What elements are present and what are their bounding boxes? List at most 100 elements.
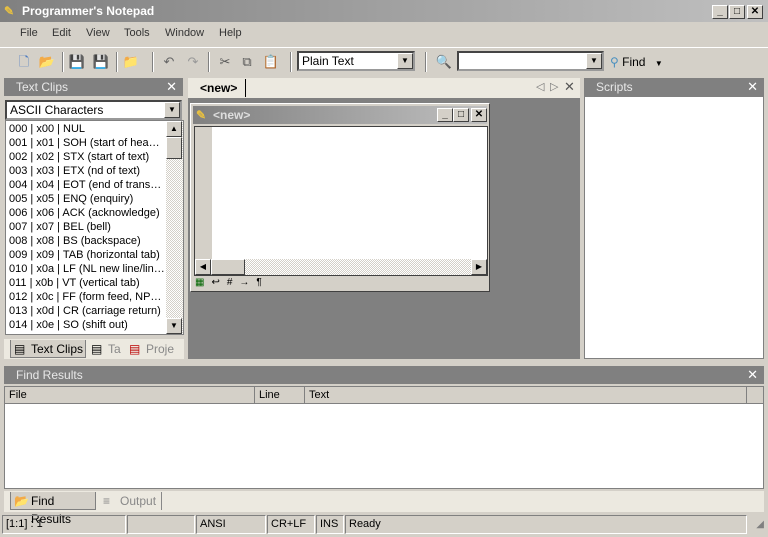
line-number-margin (195, 127, 212, 259)
save-icon[interactable]: 💾 (68, 53, 86, 71)
column-file[interactable]: File (5, 387, 255, 403)
scroll-left-icon[interactable]: ◁ (536, 80, 544, 93)
list-item[interactable]: 009 | x09 | TAB (horizontal tab) (6, 248, 167, 262)
doc-close-button[interactable]: ✕ (471, 108, 487, 122)
document-tab-strip: <new> ◁ ▷ ✕ (188, 78, 580, 98)
tab-output[interactable]: ≡ Output (100, 492, 162, 510)
find-button[interactable]: ⚲ Find ▼ (610, 53, 663, 73)
dropdown-arrow-icon[interactable]: ▼ (655, 59, 663, 68)
scroll-thumb[interactable] (211, 259, 245, 275)
minimize-button[interactable]: _ (712, 5, 728, 19)
find-in-files-icon[interactable]: 🔍 (435, 53, 453, 71)
line-numbers-icon[interactable]: # (227, 277, 240, 288)
tab-tags[interactable]: ▤ Ta (88, 340, 124, 358)
menu-file[interactable]: File (20, 27, 38, 39)
scroll-thumb[interactable] (166, 137, 182, 159)
view-options-bar: ▦↩#→¶ (195, 277, 269, 288)
editor-area[interactable]: ◀ ▶ (194, 126, 488, 276)
clip-category-select[interactable]: ASCII Characters ▼ (5, 100, 182, 120)
output-icon: ≡ (103, 494, 111, 508)
panel-title: Text Clips (16, 80, 69, 94)
scripts-header: Scripts ✕ (584, 78, 764, 96)
bottom-tabs: 📂 Find Results ≡ Output (4, 491, 764, 526)
doc-maximize-button[interactable]: □ (453, 108, 469, 122)
tab-label: Proje (146, 342, 175, 356)
status-eol: CR+LF (267, 515, 315, 534)
menu-edit[interactable]: Edit (52, 27, 71, 39)
save-all-icon[interactable]: 💾 (92, 53, 110, 71)
list-item[interactable]: 007 | x07 | BEL (bell) (6, 220, 167, 234)
paste-icon[interactable]: 📋 (262, 53, 280, 71)
doc-minimize-button[interactable]: _ (437, 108, 453, 122)
status-insert-mode: INS (316, 515, 344, 534)
close-icon[interactable]: ✕ (564, 79, 575, 95)
scroll-right-icon[interactable]: ▷ (550, 80, 558, 93)
scripts-list[interactable] (584, 96, 764, 359)
whitespace-icon[interactable]: → (239, 277, 256, 288)
maximize-button[interactable]: □ (729, 5, 745, 19)
word-wrap-icon[interactable]: ↩ (211, 277, 226, 288)
tab-label: Ta (108, 342, 121, 356)
close-button[interactable]: ✕ (747, 5, 763, 19)
panel-title: Scripts (596, 80, 633, 94)
chevron-down-icon[interactable]: ▼ (164, 102, 180, 118)
find-label: Find (622, 55, 646, 69)
chevron-down-icon[interactable]: ▼ (397, 53, 413, 69)
list-item[interactable]: 001 | x01 | SOH (start of hea… (6, 136, 167, 150)
tab-label: Output (120, 494, 157, 508)
list-item[interactable]: 006 | x06 | ACK (acknowledge) (6, 206, 167, 220)
column-text[interactable]: Text (305, 387, 747, 403)
column-line[interactable]: Line (255, 387, 305, 403)
scheme-select[interactable]: Plain Text ▼ (297, 51, 415, 71)
search-input[interactable]: ▼ (457, 51, 604, 71)
redo-icon[interactable]: ↷ (184, 53, 202, 71)
scroll-up-icon[interactable]: ▲ (166, 121, 182, 137)
scroll-left-icon[interactable]: ◀ (195, 259, 211, 275)
tab-find-results[interactable]: 📂 Find Results (10, 492, 96, 526)
menu-view[interactable]: View (86, 27, 110, 39)
undo-icon[interactable]: ↶ (160, 53, 178, 71)
panel-title: Find Results (16, 368, 83, 382)
list-item[interactable]: 008 | x08 | BS (backspace) (6, 234, 167, 248)
list-item[interactable]: 005 | x05 | ENQ (enquiry) (6, 192, 167, 206)
menu-window[interactable]: Window (165, 27, 204, 39)
list-item[interactable]: 011 | x0b | VT (vertical tab) (6, 276, 167, 290)
list-item[interactable]: 014 | x0e | SO (shift out) (6, 318, 167, 332)
clip-list[interactable]: 000 | x00 | NUL 001 | x01 | SOH (start of… (5, 120, 184, 335)
list-item[interactable]: 010 | x0a | LF (NL new line/lin… (6, 262, 167, 276)
toolbar: 🗋 📂 💾 💾 📁 ↶ ↷ ✂ ⧉ 📋 Plain Text ▼ 🔍 ▼ ⚲ F… (0, 47, 768, 74)
list-item[interactable]: 013 | x0d | CR (carriage return) (6, 304, 167, 318)
tab-projects[interactable]: ▤ Proje (126, 340, 180, 358)
scheme-value: Plain Text (302, 54, 354, 68)
document-title-bar: ✎ <new> _ □ ✕ (193, 106, 487, 124)
scroll-down-icon[interactable]: ▼ (166, 318, 182, 334)
open-folder-icon[interactable]: 📂 (38, 53, 56, 71)
resize-grip-icon[interactable]: ◢ (756, 519, 764, 530)
table-header: File Line Text (5, 387, 763, 404)
pilcrow-icon[interactable]: ¶ (256, 277, 268, 288)
horizontal-scrollbar[interactable]: ◀ ▶ (195, 259, 487, 275)
open-project-icon[interactable]: 📁 (122, 53, 140, 71)
app-icon: ✎ (4, 4, 15, 18)
cut-icon[interactable]: ✂ (216, 53, 234, 71)
list-item[interactable]: 000 | x00 | NUL (6, 122, 167, 136)
list-item[interactable]: 002 | x02 | STX (start of text) (6, 150, 167, 164)
scrollbar[interactable]: ▲ ▼ (166, 121, 183, 334)
close-icon[interactable]: ✕ (166, 78, 177, 96)
copy-icon[interactable]: ⧉ (238, 53, 256, 71)
find-results-header: Find Results ✕ (4, 366, 764, 384)
tab-new[interactable]: <new> (192, 79, 246, 97)
list-item[interactable]: 004 | x04 | EOT (end of trans… (6, 178, 167, 192)
chevron-down-icon[interactable]: ▼ (586, 53, 602, 69)
new-file-icon[interactable]: 🗋 (15, 53, 33, 71)
menu-help[interactable]: Help (219, 27, 242, 39)
close-icon[interactable]: ✕ (747, 78, 758, 96)
tab-text-clips[interactable]: ▤ Text Clips (10, 340, 86, 358)
list-item[interactable]: 003 | x03 | ETX (nd of text) (6, 164, 167, 178)
scroll-right-icon[interactable]: ▶ (471, 259, 487, 275)
close-icon[interactable]: ✕ (747, 366, 758, 384)
title-bar: ✎ Programmer's Notepad _ □ ✕ (0, 0, 768, 22)
list-item[interactable]: 012 | x0c | FF (form feed, NP… (6, 290, 167, 304)
grid-icon[interactable]: ▦ (195, 277, 211, 288)
menu-tools[interactable]: Tools (124, 27, 150, 39)
